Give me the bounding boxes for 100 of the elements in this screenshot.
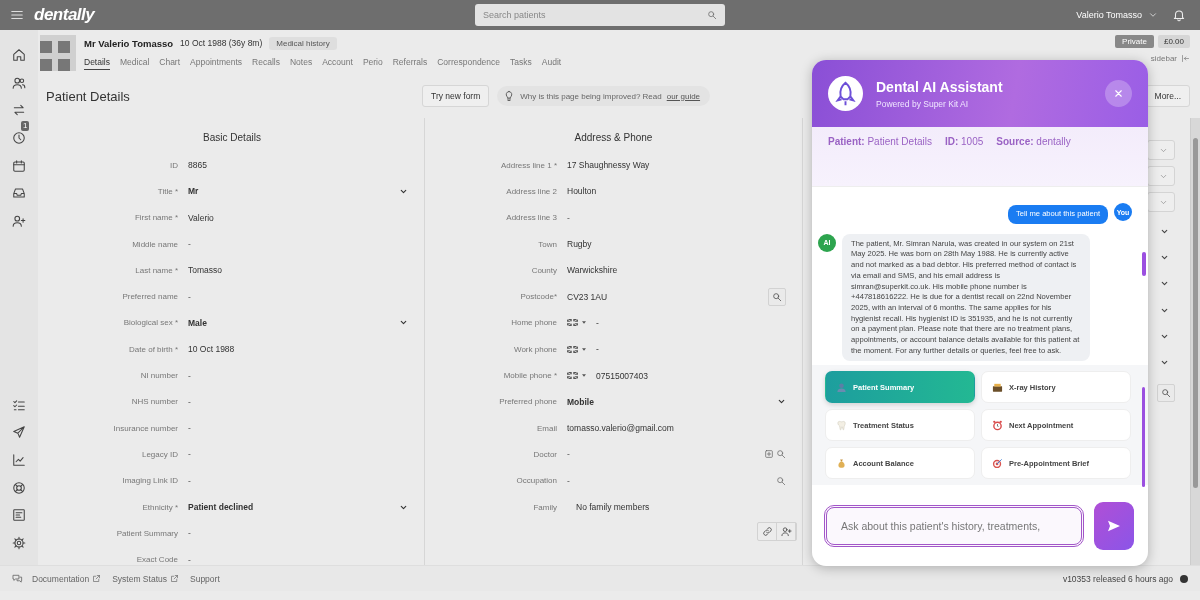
field-label: Town (537, 239, 557, 249)
clock-icon[interactable] (12, 130, 26, 145)
select-field[interactable] (1147, 140, 1175, 160)
field-label: Address line 1 * (499, 160, 557, 170)
add-user-icon (780, 526, 792, 538)
alarm-clock-icon (992, 419, 1003, 431)
scrollbar[interactable] (1142, 387, 1145, 487)
tab[interactable]: Recalls (252, 57, 280, 70)
tab[interactable]: Details (84, 57, 110, 70)
more-button[interactable]: More... (1145, 85, 1190, 107)
search-button[interactable] (1157, 383, 1175, 402)
try-new-form-button[interactable]: Try new form (422, 85, 490, 107)
tab[interactable]: Account (322, 57, 353, 70)
select-field[interactable] (1147, 192, 1175, 212)
search-icon[interactable] (776, 449, 786, 460)
send-icon[interactable] (12, 425, 26, 440)
tab[interactable]: Perio (362, 57, 383, 70)
context-info: Patient: Patient Details (828, 136, 932, 149)
tab[interactable]: Notes (289, 57, 313, 70)
tab[interactable]: Correspondence (437, 57, 501, 70)
page-title: Patient Details (46, 88, 131, 104)
arrows-icon[interactable] (12, 103, 26, 118)
target-icon (992, 457, 1003, 469)
caret-icon[interactable] (582, 374, 586, 377)
notification-badge: 1 (21, 121, 30, 132)
field-label: Preferred phone (498, 397, 557, 407)
select-field[interactable]: Patient declined (188, 502, 395, 512)
field-label: Doctor (532, 449, 557, 459)
field-value: - (188, 528, 191, 539)
tab[interactable]: Chart (159, 57, 181, 70)
chat-icon[interactable] (12, 573, 23, 584)
send-button[interactable] (1094, 501, 1134, 550)
search-button[interactable] (768, 287, 786, 306)
balance-badge: £0.00 (1157, 35, 1190, 48)
field-label: Insurance number (112, 423, 178, 433)
select-field[interactable] (1147, 166, 1175, 186)
scrollbar[interactable] (1190, 118, 1200, 565)
footer-link[interactable]: Support (190, 573, 220, 584)
field-value: Houlton (567, 186, 597, 197)
tab[interactable]: Medical (120, 57, 150, 70)
lifebuoy-icon[interactable] (12, 480, 26, 495)
chart-icon[interactable] (12, 453, 26, 468)
checklist-icon[interactable] (12, 397, 26, 412)
add-user-icon[interactable] (12, 213, 26, 228)
field-value: Rugby (567, 239, 592, 250)
logo[interactable]: dentally (34, 5, 95, 25)
flag-icon[interactable] (567, 372, 578, 379)
tab[interactable]: Audit (541, 57, 562, 70)
message-input[interactable]: Ask about this patient's history, treatments, (824, 504, 1085, 547)
field-value: - (188, 449, 191, 460)
select-field[interactable]: Male (188, 317, 395, 328)
caret-icon[interactable] (582, 347, 586, 351)
field-label: Date of birth * (128, 344, 178, 354)
settings-icon[interactable] (12, 536, 26, 551)
footer-link[interactable]: Documentation (32, 573, 90, 584)
field-value: - (188, 423, 191, 434)
users-icon[interactable] (12, 75, 26, 90)
tab[interactable]: Appointments (190, 57, 243, 70)
search-icon[interactable] (776, 475, 786, 486)
medical-history-badge[interactable]: Medical history (269, 36, 337, 50)
user-menu[interactable]: Valerio Tomasso (1076, 10, 1142, 20)
scrollbar[interactable] (1142, 252, 1146, 276)
field-value: - (596, 317, 599, 328)
calendar-icon[interactable] (12, 158, 26, 173)
tab[interactable]: Tasks (510, 57, 532, 70)
caret-icon[interactable] (582, 321, 586, 325)
field-label: Family (532, 502, 557, 512)
field-label: Imaging Link ID (121, 476, 178, 486)
notifications-icon[interactable] (1172, 8, 1186, 22)
flag-icon[interactable] (567, 345, 578, 353)
home-icon[interactable] (12, 47, 26, 62)
field-label: Occupation (515, 476, 557, 486)
select-field[interactable]: Mr (188, 186, 395, 197)
field-value: CV23 1AU (567, 291, 608, 302)
field-value: 07515007403 (596, 370, 648, 381)
section-title: Address & Phone (573, 131, 654, 145)
external-link-icon[interactable] (170, 574, 179, 583)
guide-link[interactable]: our guide (666, 91, 701, 101)
field-label: Mobile phone * (502, 371, 557, 380)
document-icon[interactable] (12, 508, 26, 523)
field-label: Biological sex * (122, 318, 178, 328)
field-label: Home phone (510, 318, 557, 328)
flag-icon[interactable] (567, 319, 578, 327)
field-value: - (188, 370, 191, 381)
date-of-birth: 10 Oct 1988 (36y 8m) (180, 38, 263, 48)
field-value: Warwickshire (567, 265, 618, 276)
inbox-icon[interactable] (12, 186, 26, 201)
field-value: - (567, 449, 570, 460)
link-icon (761, 526, 773, 538)
footer-link[interactable]: System Status (112, 573, 167, 584)
sidebar-link[interactable]: sidebar (1150, 54, 1177, 63)
menu-icon[interactable] (10, 8, 24, 22)
search-field[interactable]: Search patients (475, 4, 725, 26)
external-link-icon[interactable] (92, 574, 102, 583)
tab[interactable]: Referrals (392, 57, 428, 70)
field-value: - (188, 239, 191, 250)
field-value: tomasso.valerio@gmail.com (567, 423, 674, 434)
select-field[interactable]: Mobile (567, 396, 773, 407)
field-value: - (596, 344, 599, 355)
field-label: Ethnicity * (141, 502, 178, 512)
